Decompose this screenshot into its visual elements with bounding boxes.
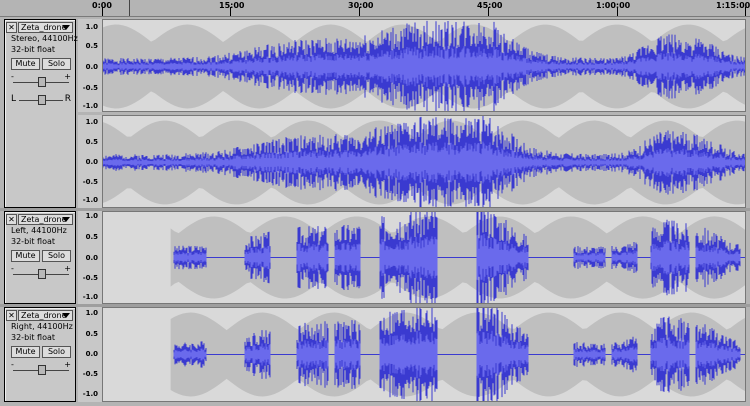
gain-plus-label: + <box>64 264 71 273</box>
ruler-label: -1.0 <box>82 196 98 204</box>
ruler-label: 1.0 <box>85 118 98 126</box>
track-format: Right, 44100Hz <box>11 322 73 331</box>
track-name-menu[interactable]: Zeta_drone <box>18 22 73 33</box>
pan-right-label: R <box>64 94 71 104</box>
ruler-label: -1.0 <box>82 293 98 301</box>
track-titlebar: ✕ Zeta_drone <box>6 214 73 225</box>
ruler-label: -0.5 <box>82 178 98 186</box>
timeline-label-4: 1:00:00 <box>596 1 631 10</box>
track-name: Zeta_drone <box>21 215 67 224</box>
ruler-label: 0.5 <box>85 42 98 50</box>
gain-minus-label: - <box>11 360 14 369</box>
track-format: Left, 44100Hz <box>11 226 67 235</box>
timeline-ruler[interactable]: 0:00 15:00 30:00 45:00 1:00:00 1:15:00 <box>0 0 750 17</box>
gain-slider-thumb[interactable] <box>38 77 46 87</box>
track-name: Zeta_drone <box>21 311 67 320</box>
dropdown-arrow-icon <box>62 313 70 318</box>
timeline-tick <box>745 7 746 16</box>
pan-slider-thumb[interactable] <box>38 95 46 105</box>
track-right[interactable]: ✕ Zeta_drone Right, 44100Hz 32-bit float… <box>0 307 750 402</box>
solo-button[interactable]: Solo <box>42 250 71 262</box>
timeline-label-2: 30:00 <box>348 1 374 10</box>
track-name-menu[interactable]: Zeta_drone <box>18 214 73 225</box>
waveform-left-channel[interactable] <box>102 19 746 112</box>
timeline-tick <box>488 7 489 16</box>
timeline-tick <box>359 7 360 16</box>
waveform-svg <box>103 308 745 401</box>
ruler-label: 0.0 <box>85 63 98 71</box>
pan-slider[interactable]: L R <box>11 94 71 106</box>
gain-plus-label: + <box>64 360 71 369</box>
ruler-label: 0.5 <box>85 330 98 338</box>
waveform-right-channel[interactable] <box>102 115 746 208</box>
gain-slider[interactable]: - + <box>11 264 71 280</box>
ruler-label: -0.5 <box>82 84 98 92</box>
track-titlebar: ✕ Zeta_drone <box>6 310 73 321</box>
track-control-panel: ✕ Zeta_drone Right, 44100Hz 32-bit float… <box>4 307 76 402</box>
timeline-label-3: 45:00 <box>477 1 503 10</box>
solo-button[interactable]: Solo <box>42 58 71 70</box>
ruler-label: -0.5 <box>82 370 98 378</box>
mute-solo-row: Mute Solo <box>11 346 71 358</box>
waveform-mono-right[interactable] <box>102 307 746 402</box>
mute-button[interactable]: Mute <box>11 58 40 70</box>
gain-slider-thumb[interactable] <box>38 365 46 375</box>
timeline-tick <box>230 7 231 16</box>
gain-slider[interactable]: - + <box>11 360 71 376</box>
ruler-label: 0.0 <box>85 254 98 262</box>
gain-minus-label: - <box>11 72 14 81</box>
gain-minus-label: - <box>11 264 14 273</box>
ruler-label: -0.5 <box>82 274 98 282</box>
waveform-mono-left[interactable] <box>102 211 746 304</box>
ruler-label: 1.0 <box>85 23 98 31</box>
gain-slider[interactable]: - + <box>11 72 71 88</box>
close-track-button[interactable]: ✕ <box>6 310 17 321</box>
ruler-label: 1.0 <box>85 309 98 317</box>
waveform-svg <box>103 212 745 303</box>
timeline-label-1: 15:00 <box>219 1 245 10</box>
waveform-svg <box>103 20 745 111</box>
track-bitdepth: 32-bit float <box>11 45 56 54</box>
track-name: Zeta_drone <box>21 23 67 32</box>
playhead-marker <box>129 0 130 16</box>
close-track-button[interactable]: ✕ <box>6 22 17 33</box>
amplitude-ruler: 1.0 0.5 0.0 -0.5 -1.0 <box>78 307 103 402</box>
timeline-tick <box>102 7 103 16</box>
amplitude-ruler: 1.0 0.5 0.0 -0.5 -1.0 <box>78 211 103 304</box>
mute-button[interactable]: Mute <box>11 250 40 262</box>
track-control-panel: ✕ Zeta_drone Stereo, 44100Hz 32-bit floa… <box>4 19 78 208</box>
solo-button[interactable]: Solo <box>42 346 71 358</box>
track-name-menu[interactable]: Zeta_drone <box>18 310 73 321</box>
gain-slider-thumb[interactable] <box>38 269 46 279</box>
ruler-label: 1.0 <box>85 212 98 220</box>
track-left[interactable]: ✕ Zeta_drone Left, 44100Hz 32-bit float … <box>0 211 750 304</box>
ruler-label: -1.0 <box>82 390 98 398</box>
mute-button[interactable]: Mute <box>11 346 40 358</box>
track-titlebar: ✕ Zeta_drone <box>6 22 73 33</box>
close-track-button[interactable]: ✕ <box>6 214 17 225</box>
ruler-label: 0.5 <box>85 138 98 146</box>
amplitude-ruler: 1.0 0.5 0.0 -0.5 -1.0 <box>78 19 103 112</box>
mute-solo-row: Mute Solo <box>11 250 71 262</box>
ruler-label: 0.0 <box>85 350 98 358</box>
track-bitdepth: 32-bit float <box>11 333 56 342</box>
track-bitdepth: 32-bit float <box>11 237 56 246</box>
ruler-label: 0.5 <box>85 233 98 241</box>
ruler-label: 0.0 <box>85 158 98 166</box>
timeline-tick <box>617 7 618 16</box>
ruler-label: -1.0 <box>82 102 98 110</box>
track-control-panel: ✕ Zeta_drone Left, 44100Hz 32-bit float … <box>4 211 76 304</box>
pan-left-label: L <box>11 94 17 104</box>
dropdown-arrow-icon <box>62 25 70 30</box>
mute-solo-row: Mute Solo <box>11 58 71 70</box>
gain-plus-label: + <box>64 72 71 81</box>
amplitude-ruler: 1.0 0.5 0.0 -0.5 -1.0 <box>78 115 103 208</box>
waveform-svg <box>103 116 745 207</box>
dropdown-arrow-icon <box>62 217 70 222</box>
track-stereo[interactable]: ✕ Zeta_drone Stereo, 44100Hz 32-bit floa… <box>0 19 750 208</box>
track-format: Stereo, 44100Hz <box>11 34 78 43</box>
